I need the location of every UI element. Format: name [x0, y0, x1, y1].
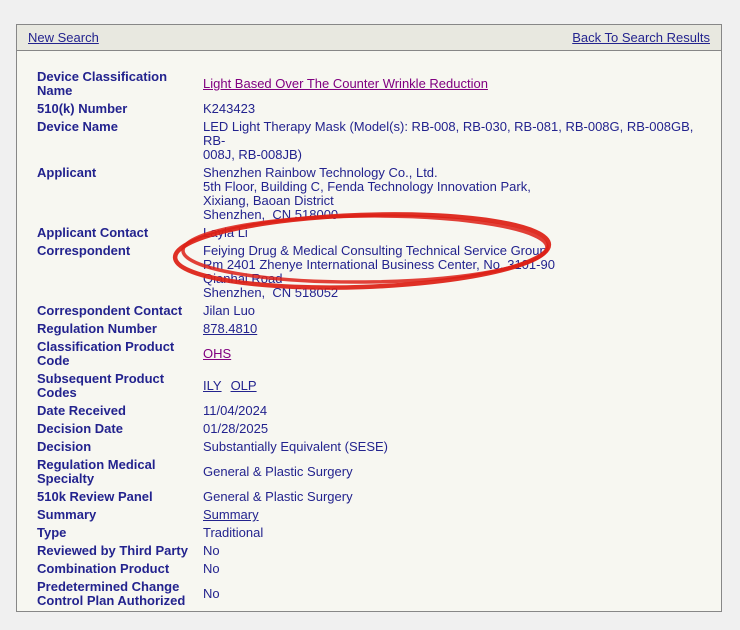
field-label: Applicant: [37, 164, 203, 224]
field-value: General & Plastic Surgery: [203, 488, 707, 506]
record-row: SummarySummary: [37, 506, 707, 524]
record-row: TypeTraditional: [37, 524, 707, 542]
record-row: Correspondent ContactJilan Luo: [37, 302, 707, 320]
field-value: Substantially Equivalent (SESE): [203, 438, 707, 456]
record-row: Applicant ContactLayla Li: [37, 224, 707, 242]
record-row: Combination ProductNo: [37, 560, 707, 578]
field-value-text: Jilan Luo: [203, 303, 255, 318]
field-label: Classification Product Code: [37, 338, 203, 370]
field-value-text: No: [203, 561, 220, 576]
field-value: Shenzhen Rainbow Technology Co., Ltd. 5t…: [203, 164, 707, 224]
field-label: Applicant Contact: [37, 224, 203, 242]
field-value: No: [203, 560, 707, 578]
record-panel: Device Classification NameLight Based Ov…: [17, 51, 721, 611]
new-search-link[interactable]: New Search: [28, 30, 99, 45]
field-label: Device Name: [37, 118, 203, 164]
field-value-link[interactable]: OHS: [203, 346, 231, 361]
field-value: LED Light Therapy Mask (Model(s): RB-008…: [203, 118, 707, 164]
record-row: Regulation Number878.4810: [37, 320, 707, 338]
field-label: 510k Review Panel: [37, 488, 203, 506]
field-value-text: General & Plastic Surgery: [203, 489, 353, 504]
field-label: Summary: [37, 506, 203, 524]
field-value-link[interactable]: 878.4810: [203, 321, 257, 336]
toolbar: New Search Back To Search Results: [17, 25, 721, 51]
field-value: No: [203, 578, 707, 610]
record-table: Device Classification NameLight Based Ov…: [37, 68, 707, 610]
record-row: 510(k) NumberK243423: [37, 100, 707, 118]
field-label: Decision: [37, 438, 203, 456]
record-row: ApplicantShenzhen Rainbow Technology Co.…: [37, 164, 707, 224]
field-value-text: LED Light Therapy Mask (Model(s): RB-008…: [203, 119, 693, 162]
field-value-text: Shenzhen Rainbow Technology Co., Ltd. 5t…: [203, 165, 531, 222]
field-value-text: 01/28/2025: [203, 421, 268, 436]
field-label: Regulation Number: [37, 320, 203, 338]
record-row: Date Received11/04/2024: [37, 402, 707, 420]
record-row: Decision Date01/28/2025: [37, 420, 707, 438]
field-value: 878.4810: [203, 320, 707, 338]
field-label: Combination Product: [37, 560, 203, 578]
field-label: Date Received: [37, 402, 203, 420]
record-row: Device NameLED Light Therapy Mask (Model…: [37, 118, 707, 164]
field-value-link[interactable]: OLP: [231, 378, 257, 393]
field-label: Correspondent: [37, 242, 203, 302]
field-label: Device Classification Name: [37, 68, 203, 100]
field-label: Decision Date: [37, 420, 203, 438]
field-value: No: [203, 542, 707, 560]
field-value-link[interactable]: ILY: [203, 378, 222, 393]
record-row: Regulation Medical SpecialtyGeneral & Pl…: [37, 456, 707, 488]
field-value-text: No: [203, 586, 220, 601]
field-label: Reviewed by Third Party: [37, 542, 203, 560]
field-value: K243423: [203, 100, 707, 118]
field-value-text: Feiying Drug & Medical Consulting Techni…: [203, 243, 555, 300]
field-value: 11/04/2024: [203, 402, 707, 420]
field-label: Type: [37, 524, 203, 542]
field-value-text: Substantially Equivalent (SESE): [203, 439, 388, 454]
field-value: General & Plastic Surgery: [203, 456, 707, 488]
field-value-text: General & Plastic Surgery: [203, 464, 353, 479]
field-label: Correspondent Contact: [37, 302, 203, 320]
record-row: Reviewed by Third PartyNo: [37, 542, 707, 560]
record-row: Classification Product CodeOHS: [37, 338, 707, 370]
field-value: Traditional: [203, 524, 707, 542]
field-value-link[interactable]: Light Based Over The Counter Wrinkle Red…: [203, 76, 488, 91]
record-row: Subsequent Product CodesILY OLP: [37, 370, 707, 402]
back-to-search-results-link[interactable]: Back To Search Results: [572, 30, 710, 45]
field-value-link[interactable]: Summary: [203, 507, 259, 522]
field-value: Layla Li: [203, 224, 707, 242]
record-row: DecisionSubstantially Equivalent (SESE): [37, 438, 707, 456]
record-row: Device Classification NameLight Based Ov…: [37, 68, 707, 100]
field-label: Subsequent Product Codes: [37, 370, 203, 402]
field-value-text: K243423: [203, 101, 255, 116]
field-label: Regulation Medical Specialty: [37, 456, 203, 488]
field-value-text: No: [203, 543, 220, 558]
record-row: 510k Review PanelGeneral & Plastic Surge…: [37, 488, 707, 506]
field-value: OHS: [203, 338, 707, 370]
field-value: ILY OLP: [203, 370, 707, 402]
field-value: 01/28/2025: [203, 420, 707, 438]
field-value: Feiying Drug & Medical Consulting Techni…: [203, 242, 707, 302]
record-row: Predetermined Change Control Plan Author…: [37, 578, 707, 610]
field-label: 510(k) Number: [37, 100, 203, 118]
page-background: New Search Back To Search Results Device…: [0, 0, 740, 630]
record-row: CorrespondentFeiying Drug & Medical Cons…: [37, 242, 707, 302]
field-value: Jilan Luo: [203, 302, 707, 320]
field-value-text: Traditional: [203, 525, 263, 540]
field-value: Light Based Over The Counter Wrinkle Red…: [203, 68, 707, 100]
field-value: Summary: [203, 506, 707, 524]
record-container: New Search Back To Search Results Device…: [16, 24, 722, 612]
field-label: Predetermined Change Control Plan Author…: [37, 578, 203, 610]
field-value-text: Layla Li: [203, 225, 248, 240]
field-value-text: 11/04/2024: [203, 403, 267, 418]
